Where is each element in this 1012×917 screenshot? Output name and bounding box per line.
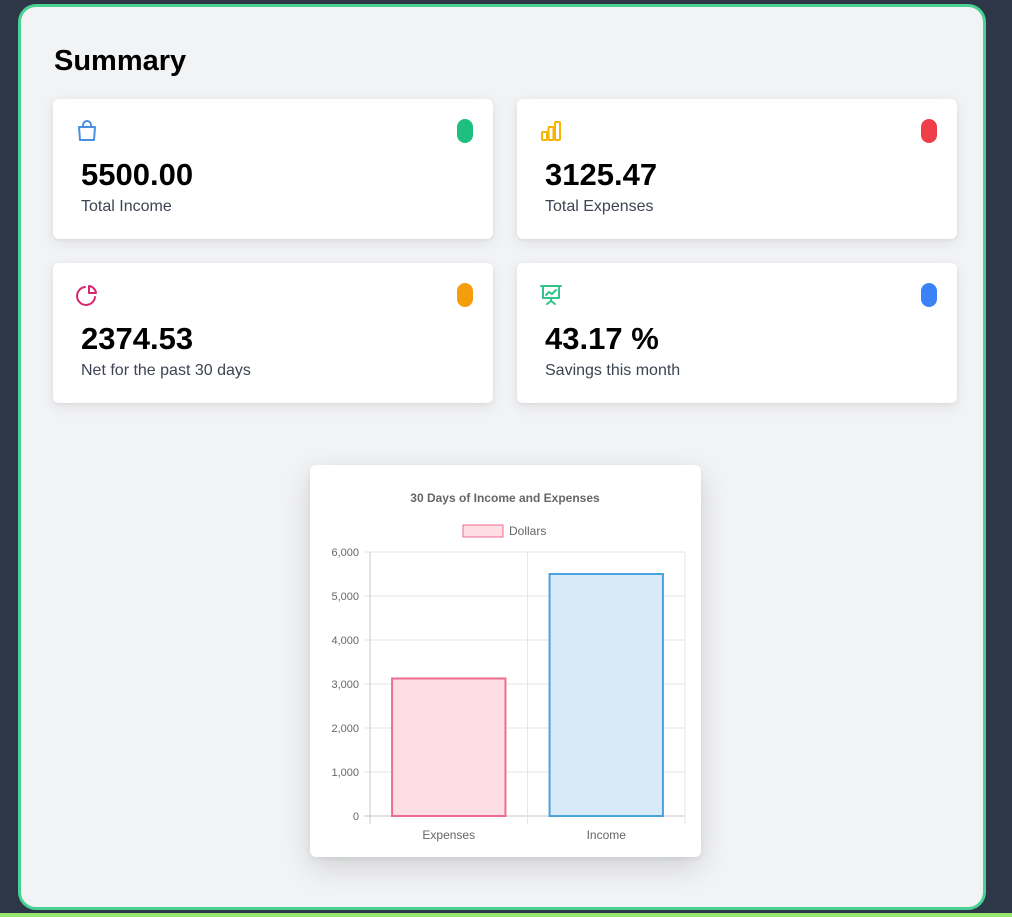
- total-income-value: 5500.00: [81, 157, 194, 192]
- bar-expenses[interactable]: [391, 677, 507, 817]
- bottom-accent-strip: [0, 913, 1012, 917]
- y-tick-label: 4,000: [331, 635, 359, 647]
- status-dot-blue: [921, 283, 937, 307]
- legend-swatch-dollars[interactable]: [462, 524, 504, 538]
- bar-chart-icon: [541, 121, 561, 141]
- x-tick-label: Income: [587, 828, 627, 842]
- page-title: Summary: [54, 45, 187, 77]
- shopping-bag-icon: [78, 120, 96, 141]
- legend-label-dollars[interactable]: Dollars: [509, 524, 546, 538]
- y-tick-label: 2,000: [331, 723, 359, 735]
- total-expenses-label: Total Expenses: [545, 198, 654, 215]
- y-tick-label: 3,000: [331, 679, 359, 691]
- net-30-days-card: 2374.53 Net for the past 30 days: [53, 263, 493, 403]
- income-expenses-bar-chart: 30 Days of Income and Expenses Dollars 0…: [331, 491, 686, 842]
- pie-chart-icon: [76, 285, 97, 306]
- total-income-label: Total Income: [81, 198, 172, 215]
- total-expenses-card: 3125.47 Total Expenses: [517, 99, 957, 239]
- x-tick-label: Expenses: [422, 828, 475, 842]
- bar-income[interactable]: [548, 573, 664, 817]
- y-tick-label: 6,000: [331, 547, 359, 559]
- savings-month-value: 43.17 %: [545, 321, 659, 356]
- status-dot-orange: [457, 283, 473, 307]
- y-tick-label: 5,000: [331, 591, 359, 603]
- savings-month-label: Savings this month: [545, 362, 681, 379]
- income-expenses-chart-card: 30 Days of Income and Expenses Dollars 0…: [310, 465, 701, 857]
- chart-x-axis: Expenses Income: [422, 828, 626, 842]
- status-dot-green: [457, 119, 473, 143]
- net-30-days-label: Net for the past 30 days: [81, 362, 251, 379]
- status-dot-red: [921, 119, 937, 143]
- y-tick-label: 1,000: [331, 767, 359, 779]
- chart-title: 30 Days of Income and Expenses: [410, 491, 600, 505]
- total-income-card: 5500.00 Total Income: [53, 99, 493, 239]
- chart-y-axis: 0 1,000 2,000 3,000 4,000 5,000 6,000: [331, 547, 359, 823]
- net-30-days-value: 2374.53: [81, 321, 194, 356]
- total-expenses-value: 3125.47: [545, 157, 658, 192]
- y-tick-label: 0: [353, 811, 359, 823]
- summary-panel: Summary 5500.00 Total Income 3125.47 Tot…: [18, 4, 986, 910]
- presentation-chart-icon: [540, 285, 562, 305]
- savings-month-card: 43.17 % Savings this month: [517, 263, 957, 403]
